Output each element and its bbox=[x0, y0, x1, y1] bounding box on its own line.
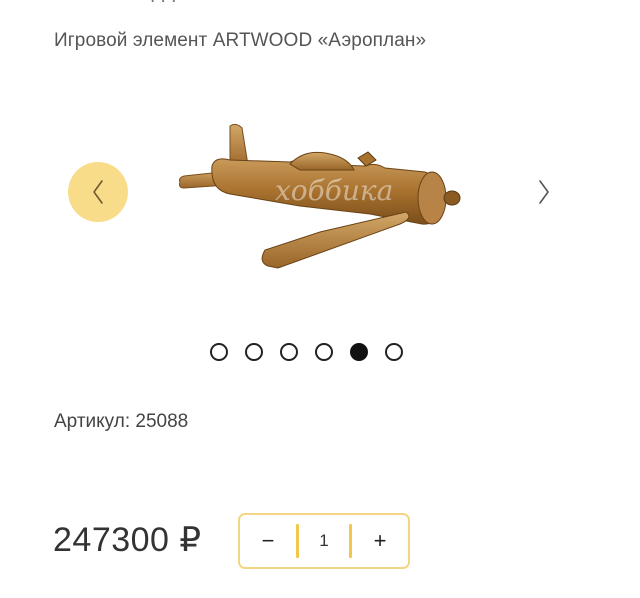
gallery-pagination bbox=[210, 340, 403, 364]
pagination-dot[interactable] bbox=[245, 343, 263, 361]
pagination-dot[interactable] bbox=[350, 343, 368, 361]
article-number: Артикул: 25088 bbox=[54, 411, 189, 432]
chevron-right-icon bbox=[539, 180, 549, 204]
pagination-dot[interactable] bbox=[315, 343, 333, 361]
decrease-quantity-button[interactable]: − bbox=[240, 515, 296, 567]
chevron-left-icon bbox=[93, 180, 103, 204]
image-gallery: хоббика bbox=[0, 70, 640, 340]
increase-quantity-button[interactable]: + bbox=[352, 515, 408, 567]
pagination-dot[interactable] bbox=[385, 343, 403, 361]
cut-off-header: . . . bbox=[0, 0, 640, 6]
next-slide-button[interactable] bbox=[516, 162, 572, 222]
quantity-value[interactable]: 1 bbox=[299, 515, 349, 567]
pagination-dot[interactable] bbox=[280, 343, 298, 361]
pagination-dot[interactable] bbox=[210, 343, 228, 361]
product-title: Игровой элемент ARTWOOD «Аэроплан» bbox=[54, 30, 427, 51]
prev-slide-button[interactable] bbox=[68, 162, 128, 222]
watermark-text: хоббика bbox=[275, 174, 393, 207]
product-price: 247300 ₽ bbox=[53, 521, 202, 559]
product-image-airplane: хоббика bbox=[179, 123, 461, 269]
quantity-stepper: − 1 + bbox=[238, 513, 410, 569]
